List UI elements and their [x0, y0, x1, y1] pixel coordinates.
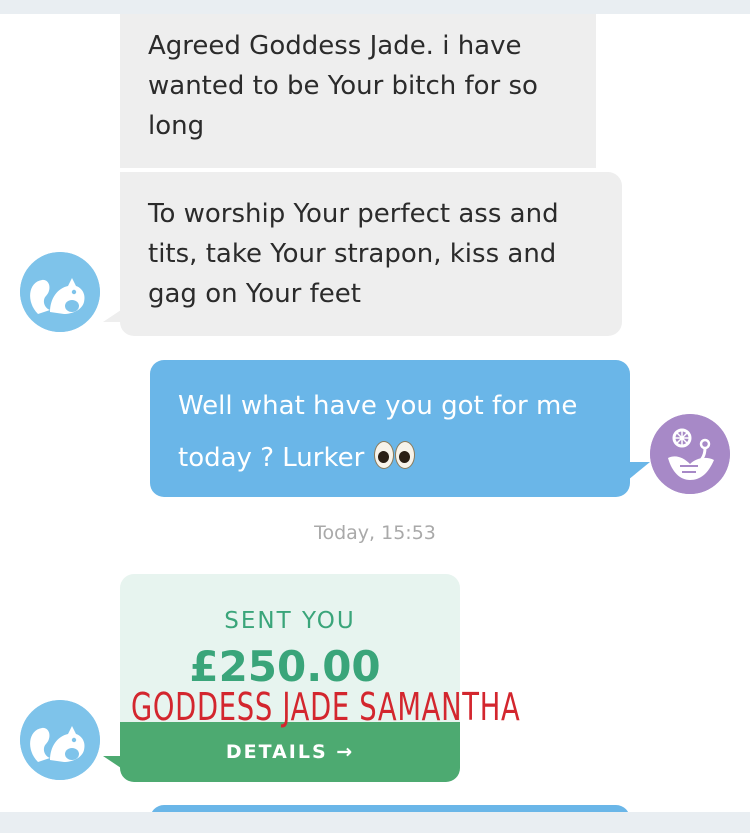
watermark-text: GODDESS JADE SAMANTHA	[131, 685, 521, 729]
bubble-tail	[103, 310, 121, 322]
sender-avatar[interactable]	[20, 252, 100, 332]
message-text: Agreed Goddess Jade. i have wanted to be…	[148, 31, 538, 141]
bottom-edge-strip	[0, 812, 750, 833]
squirrel-icon	[20, 252, 100, 332]
plant-icon	[650, 414, 730, 494]
squirrel-icon	[20, 700, 100, 780]
top-edge-strip	[0, 0, 750, 14]
message-timestamp: Today, 15:53	[314, 522, 436, 544]
eyes-emoji-icon	[373, 441, 415, 473]
payment-card[interactable]: SENT YOU £250.00 DETAILS →	[120, 574, 460, 782]
bubble-tail	[103, 756, 121, 768]
outgoing-message-bubble[interactable]: Well what have you got for me today ? Lu…	[150, 360, 630, 497]
message-text: To worship Your perfect ass and tits, ta…	[148, 199, 559, 309]
details-button[interactable]: DETAILS →	[120, 722, 460, 782]
payment-label: SENT YOU	[224, 608, 356, 634]
incoming-message-bubble[interactable]: To worship Your perfect ass and tits, ta…	[120, 172, 622, 336]
my-avatar[interactable]	[650, 414, 730, 494]
sender-avatar[interactable]	[20, 700, 100, 780]
incoming-message-bubble[interactable]: Agreed Goddess Jade. i have wanted to be…	[120, 14, 596, 168]
bubble-tail	[628, 462, 650, 480]
